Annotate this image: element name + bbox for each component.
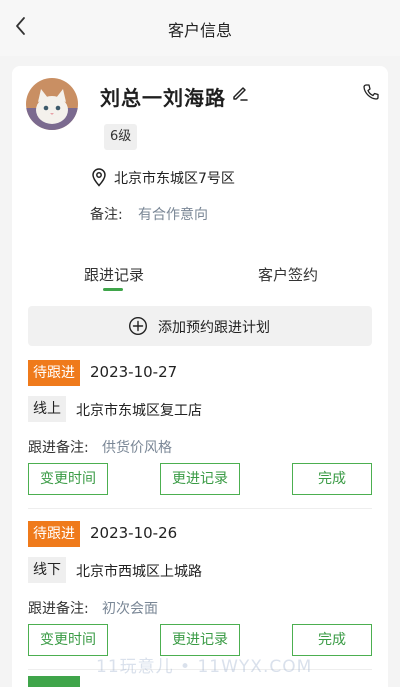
edit-pencil-icon[interactable] <box>230 83 250 103</box>
record-note-value: 供货价风格 <box>102 440 172 456</box>
plus-circle-icon <box>128 316 148 336</box>
customer-level-badge: 6级 <box>104 124 138 150</box>
record-note-label: 跟进备注: <box>28 440 89 456</box>
record-note-value: 初次会面 <box>102 601 158 617</box>
page-title: 客户信息 <box>167 21 232 40</box>
record-address: 北京市西城区上城路 <box>76 564 202 580</box>
avatar[interactable] <box>26 78 78 130</box>
record-mode-tag: 线下 <box>28 557 66 583</box>
add-follow-up-plan-label: 添加预约跟进计划 <box>158 320 270 336</box>
update-record-button[interactable]: 更进记录 <box>160 463 240 495</box>
active-tab-indicator <box>103 288 123 291</box>
note-label: 备注: <box>90 207 123 223</box>
next-record-status-badge <box>28 676 80 687</box>
record-note-label: 跟进备注: <box>28 601 89 617</box>
note-value: 有合作意向 <box>138 207 208 223</box>
top-navigation-bar: 客户信息 <box>0 0 400 56</box>
tab-follow-up-records[interactable]: 跟进记录 <box>84 264 144 285</box>
tab-customer-contract[interactable]: 客户签约 <box>258 264 318 285</box>
phone-icon[interactable] <box>361 82 381 102</box>
record-address: 北京市东城区复工店 <box>76 403 202 419</box>
record-date: 2023-10-26 <box>90 524 178 542</box>
record-mode-tag: 线上 <box>28 396 66 422</box>
change-time-button[interactable]: 变更时间 <box>28 463 108 495</box>
watermark: 11玩意儿 • 11WYX.COM <box>96 657 313 677</box>
customer-address: 北京市东城区7号区 <box>114 171 235 187</box>
add-follow-up-plan-button[interactable]: 添加预约跟进计划 <box>28 306 372 346</box>
record-date: 2023-10-27 <box>90 363 178 381</box>
status-badge: 待跟进 <box>28 360 80 386</box>
follow-up-record: 待跟进 2023-10-27 线上 北京市东城区复工店 跟进备注: 供货价风格 … <box>28 360 372 520</box>
customer-name: 刘总一刘海路 <box>100 86 226 110</box>
complete-button[interactable]: 完成 <box>292 463 372 495</box>
status-badge: 待跟进 <box>28 521 80 547</box>
location-pin-icon <box>92 168 106 187</box>
customer-card: 刘总一刘海路 6级 北京市东城区7号区 备注: 有合作意向 跟进记录 客户签约 … <box>12 66 388 687</box>
record-divider <box>28 508 372 509</box>
